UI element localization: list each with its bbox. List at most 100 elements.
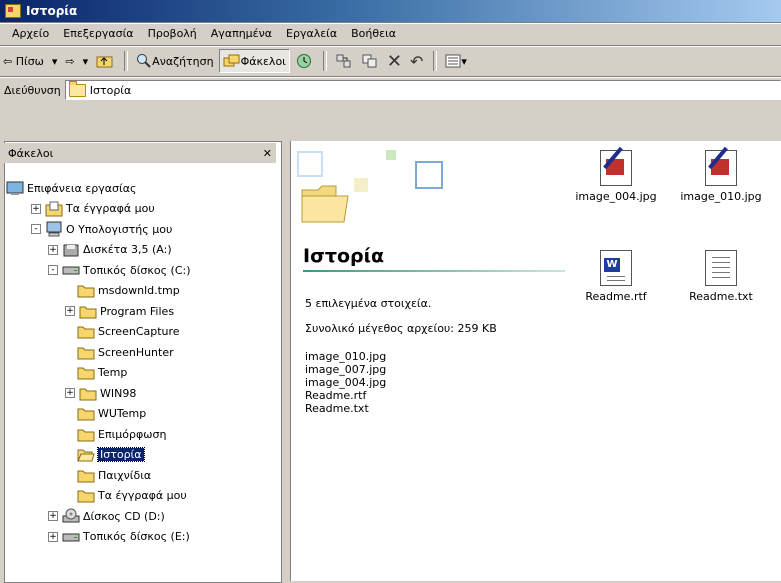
tree-node[interactable]: ScreenHunter xyxy=(65,342,174,362)
tree-node-label: Τα έγγραφά μου xyxy=(98,489,187,502)
tree-node[interactable]: ScreenCapture xyxy=(65,322,180,342)
tree-node[interactable]: + Δίσκος CD (D:) xyxy=(48,506,165,526)
expand-icon[interactable]: + xyxy=(65,306,75,316)
folder-icon xyxy=(77,365,95,380)
file-name: image_004.jpg xyxy=(575,190,657,203)
move-to-button[interactable] xyxy=(332,50,356,72)
tree-node-label: Επιμόρφωση xyxy=(98,427,167,441)
selected-file-name: Readme.txt xyxy=(305,402,369,415)
desktop-icon xyxy=(6,180,24,196)
delete-icon: ✕ xyxy=(386,50,402,72)
back-button[interactable]: ⇦ Πίσω xyxy=(0,50,47,72)
file-item[interactable]: image_004.jpg xyxy=(571,146,661,203)
expand-icon[interactable]: + xyxy=(48,511,58,521)
file-name: Readme.txt xyxy=(689,290,753,303)
back-dropdown[interactable]: ▾ xyxy=(49,50,61,72)
folder-icon xyxy=(68,80,86,97)
undo-button[interactable]: ↶ xyxy=(407,50,426,72)
tree-node[interactable]: WUTemp xyxy=(65,404,146,424)
text-file-icon xyxy=(705,250,737,286)
collapse-icon[interactable]: - xyxy=(48,265,58,275)
selected-file-name: image_010.jpg xyxy=(305,350,387,363)
expand-icon[interactable]: + xyxy=(31,203,41,214)
tree-node[interactable]: - Ο Υπολογιστής μου xyxy=(31,219,172,239)
tree-node-label: Παιχνίδια xyxy=(98,468,152,482)
up-folder-icon xyxy=(96,56,113,68)
folders-label: Φάκελοι xyxy=(240,54,286,68)
expand-icon[interactable]: + xyxy=(48,244,58,255)
history-button[interactable] xyxy=(292,50,316,72)
close-pane-button[interactable]: ✕ xyxy=(263,147,272,160)
folder-icon xyxy=(77,488,95,503)
selected-file-name: image_004.jpg xyxy=(305,376,387,389)
tree-node[interactable]: + Program Files xyxy=(65,301,174,321)
tree-node[interactable]: + Τα έγγραφά μου xyxy=(31,199,155,219)
tree-node-label: Τοπικός δίσκος (E:) xyxy=(83,530,190,543)
tree-node[interactable]: Επιφάνεια εργασίας xyxy=(6,178,136,198)
tree-node-label: ScreenHunter xyxy=(98,345,174,359)
tree-node[interactable]: + Δισκέτα 3,5 (A:) xyxy=(48,240,172,260)
menu-help[interactable]: Βοήθεια xyxy=(351,27,396,40)
word-document-icon: W xyxy=(600,250,632,286)
tree-node[interactable]: - Τοπικός δίσκος (C:) xyxy=(48,260,191,280)
my-documents-icon xyxy=(45,201,63,217)
file-item[interactable]: Readme.txt xyxy=(676,250,766,303)
copy-to-icon xyxy=(362,54,377,68)
menu-edit[interactable]: Επεξεργασία xyxy=(63,27,133,40)
address-bar: Διεύθυνση Ιστορία xyxy=(0,78,781,102)
copy-to-button[interactable] xyxy=(358,50,382,72)
menu-favorites[interactable]: Αγαπημένα xyxy=(211,27,272,40)
expand-icon[interactable]: + xyxy=(48,531,58,542)
tree-node-label: Δίσκος CD (D:) xyxy=(83,509,165,523)
history-icon xyxy=(296,54,311,68)
folder-icon xyxy=(77,345,95,360)
tree-node[interactable]: Temp xyxy=(65,363,127,383)
folder-icon xyxy=(79,386,97,401)
address-field[interactable]: Ιστορία xyxy=(64,80,781,100)
search-button[interactable]: Αναζήτηση xyxy=(133,50,216,72)
file-item[interactable]: image_010.jpg xyxy=(676,146,766,203)
my-computer-icon xyxy=(45,221,63,237)
tree-node-label: Επιφάνεια εργασίας xyxy=(27,181,137,195)
tree-node[interactable]: msdownld.tmp xyxy=(65,281,180,301)
tree-node[interactable]: Τα έγγραφά μου xyxy=(65,486,187,506)
tree-node[interactable]: Επιμόρφωση xyxy=(65,424,166,444)
cd-drive-icon xyxy=(62,508,80,524)
tree-node[interactable]: + WIN98 xyxy=(65,383,136,403)
address-value: Ιστορία xyxy=(89,83,132,97)
menu-view[interactable]: Προβολή xyxy=(148,27,197,40)
tree-node-label: WIN98 xyxy=(100,386,137,400)
views-button[interactable]: ▾ xyxy=(442,50,470,72)
address-label: Διεύθυνση xyxy=(4,83,61,97)
total-size: Συνολικό μέγεθος αρχείου: 259 KB xyxy=(305,322,497,335)
tree-node[interactable]: Παιχνίδια xyxy=(65,465,151,485)
file-item[interactable]: W Readme.rtf xyxy=(571,250,661,303)
views-icon xyxy=(445,54,461,68)
tree-node[interactable]: + Τοπικός δίσκος (E:) xyxy=(48,527,190,547)
menu-tools[interactable]: Εργαλεία xyxy=(286,27,337,40)
tree-node-label: Δισκέτα 3,5 (A:) xyxy=(83,243,172,256)
selected-files-list: image_010.jpg image_007.jpg image_004.jp… xyxy=(305,350,386,415)
floppy-icon xyxy=(62,242,80,258)
forward-button[interactable]: ⇨ xyxy=(62,50,77,72)
up-folder-button[interactable] xyxy=(93,50,117,72)
folder-icon xyxy=(77,406,95,421)
image-file-icon xyxy=(600,146,632,186)
folders-button[interactable]: Φάκελοι xyxy=(218,49,290,73)
back-label: ⇦ Πίσω xyxy=(3,54,44,68)
tree-node-label: Program Files xyxy=(100,304,175,318)
tree-node-label: WUTemp xyxy=(98,407,147,420)
collapse-icon[interactable]: - xyxy=(31,224,41,234)
tree-node[interactable]: Ιστορία xyxy=(65,445,145,465)
expand-icon[interactable]: + xyxy=(65,388,75,398)
delete-button[interactable]: ✕ xyxy=(384,50,405,72)
menu-file[interactable]: Αρχείο xyxy=(12,27,49,40)
forward-dropdown[interactable]: ▾ xyxy=(80,50,92,72)
